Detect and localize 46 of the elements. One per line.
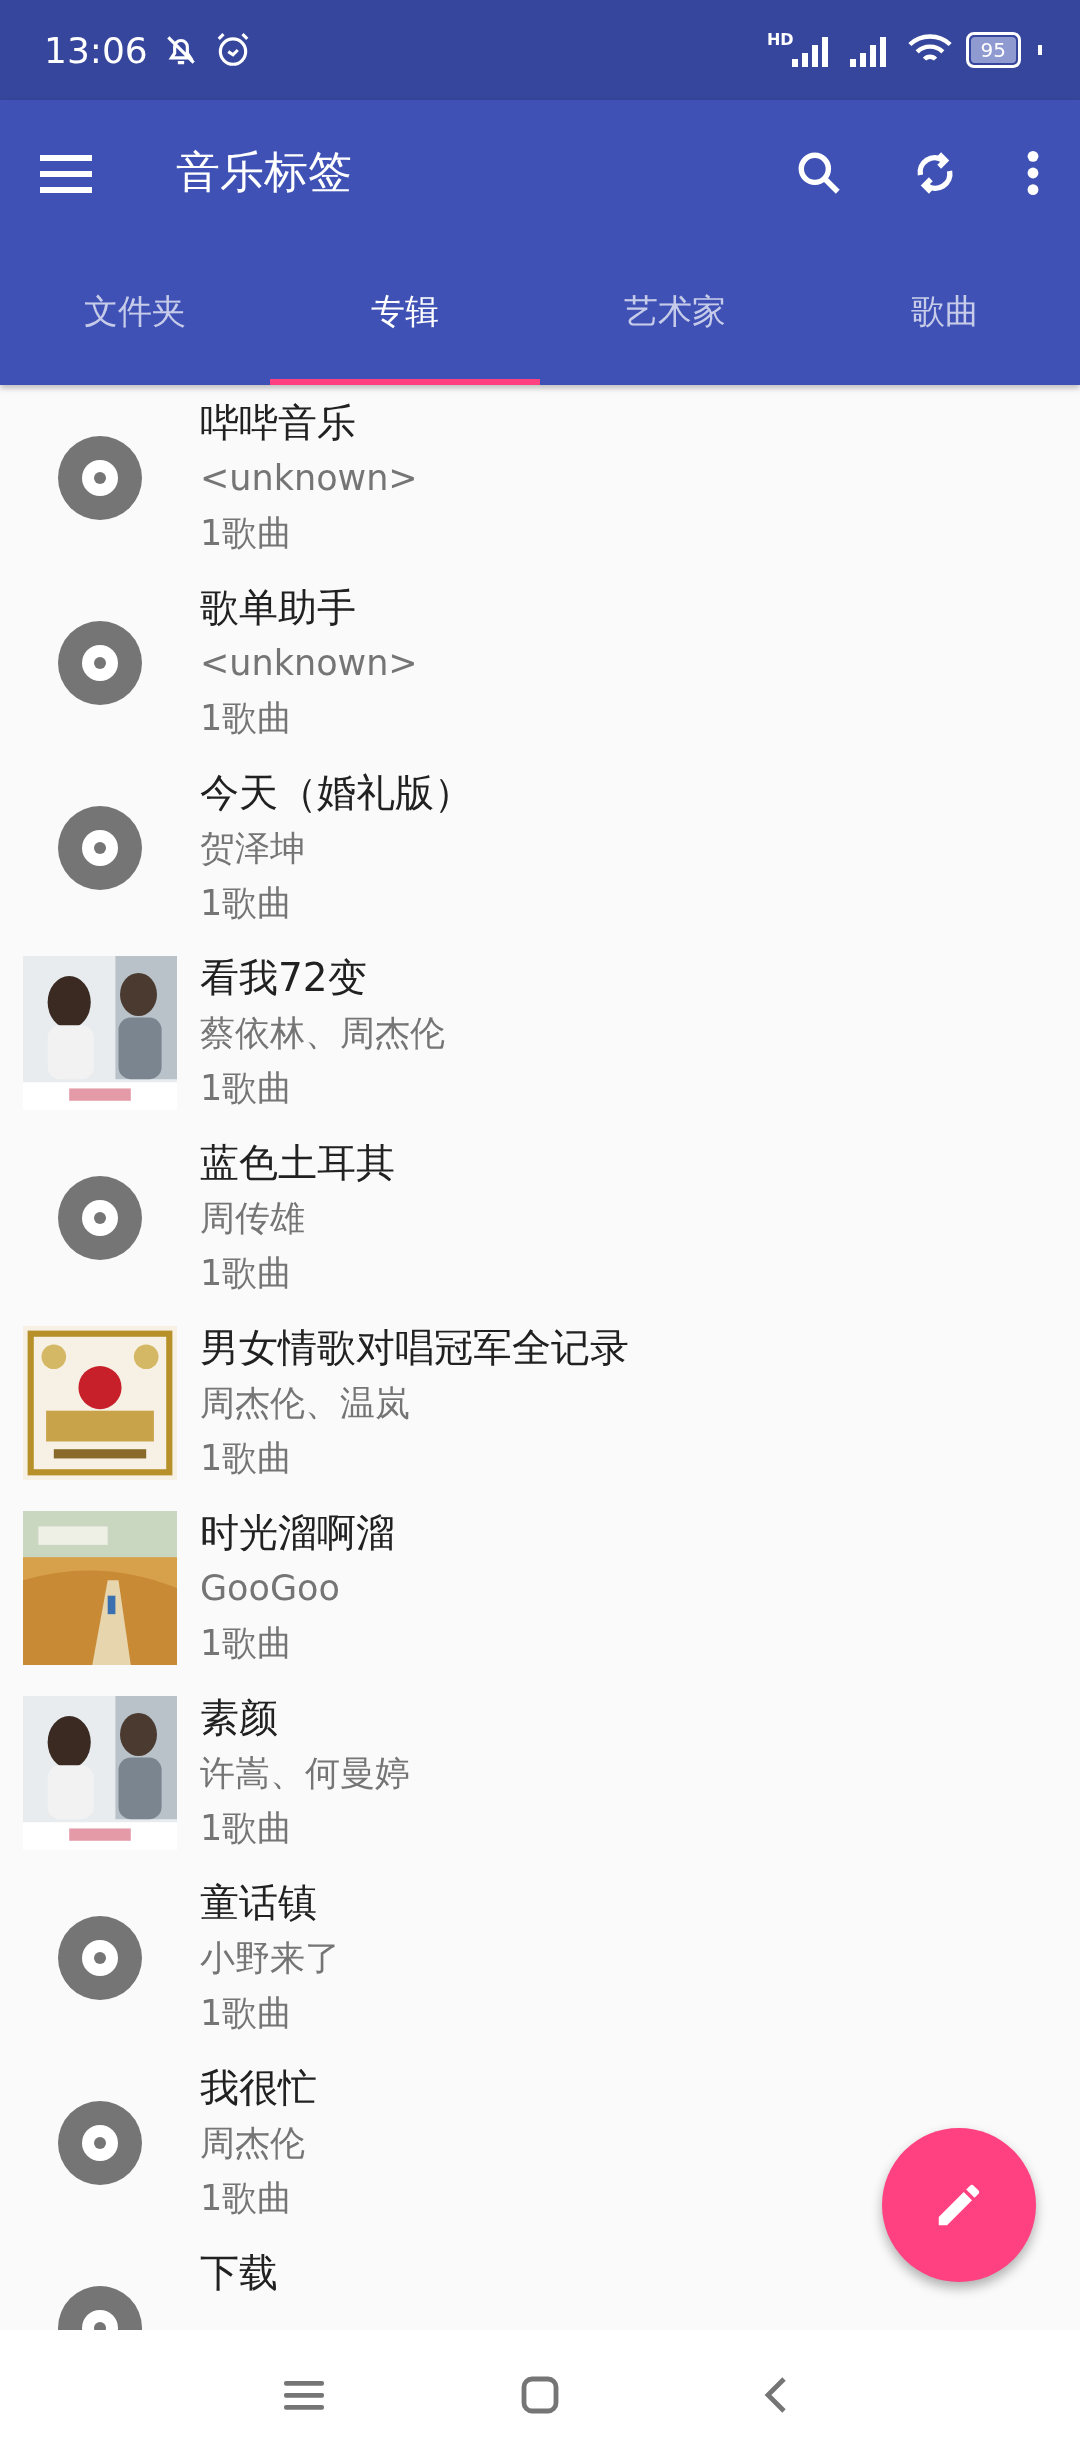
tab[interactable]: 歌曲	[810, 245, 1080, 385]
song-count: 1歌曲	[200, 1437, 294, 1480]
album-title: 素颜	[200, 1694, 279, 1742]
song-count: 1歌曲	[200, 1622, 294, 1665]
song-count: 1歌曲	[200, 1992, 294, 2035]
app-title: 音乐标签	[176, 145, 353, 199]
album-artist: 贺泽坤	[200, 827, 306, 870]
album-title: 看我72变	[200, 954, 368, 1002]
disc-icon	[58, 805, 142, 890]
album-title: 歌单助手	[200, 584, 357, 632]
tab[interactable]: 文件夹	[0, 245, 270, 385]
album-title: 下载	[200, 2249, 278, 2297]
album-artist: 周杰伦、温岚	[200, 1382, 411, 1425]
album-artist: 周传雄	[200, 1197, 306, 1240]
disc-icon	[58, 435, 142, 520]
album-artist: 周杰伦	[200, 2122, 306, 2165]
album-title: 童话镇	[200, 1879, 318, 1927]
disc-icon	[58, 1175, 142, 1260]
song-count: 1歌曲	[200, 512, 294, 555]
album-title: 蓝色土耳其	[200, 1139, 395, 1187]
disc-icon	[58, 620, 142, 705]
edit-button[interactable]	[882, 2128, 1036, 2282]
disc-icon	[58, 2100, 142, 2185]
song-count: 1歌曲	[200, 882, 294, 925]
album-title: 男女情歌对唱冠军全记录	[200, 1324, 629, 1372]
song-count: 1歌曲	[200, 2177, 294, 2220]
disc-icon	[58, 1915, 142, 2000]
tab[interactable]: 艺术家	[540, 245, 810, 385]
clock: 13:06	[44, 29, 148, 71]
network-label: HD	[766, 30, 794, 49]
album-artist: <unknown>	[200, 642, 418, 685]
song-count: 1歌曲	[200, 1067, 294, 1110]
album-artist: 许嵩、何曼婷	[200, 1752, 410, 1795]
song-count: 1歌曲	[200, 1807, 294, 1850]
album-artist: <unknown>	[200, 457, 418, 500]
battery-icon: 95	[965, 32, 1021, 68]
album-title: 时光溜啊溜	[200, 1509, 395, 1557]
album-artist: GooGoo	[200, 1567, 341, 1610]
song-count: 1歌曲	[200, 1252, 294, 1295]
album-artist: 蔡依林、周杰伦	[200, 1012, 445, 1055]
song-count: 1歌曲	[200, 697, 294, 740]
album-artist: 小野来了	[200, 1937, 340, 1980]
album-title: 今天（婚礼版）	[200, 769, 473, 817]
album-title: 哔哔音乐	[200, 399, 357, 447]
tab[interactable]: 专辑	[270, 245, 540, 385]
album-title: 我很忙	[200, 2064, 317, 2112]
